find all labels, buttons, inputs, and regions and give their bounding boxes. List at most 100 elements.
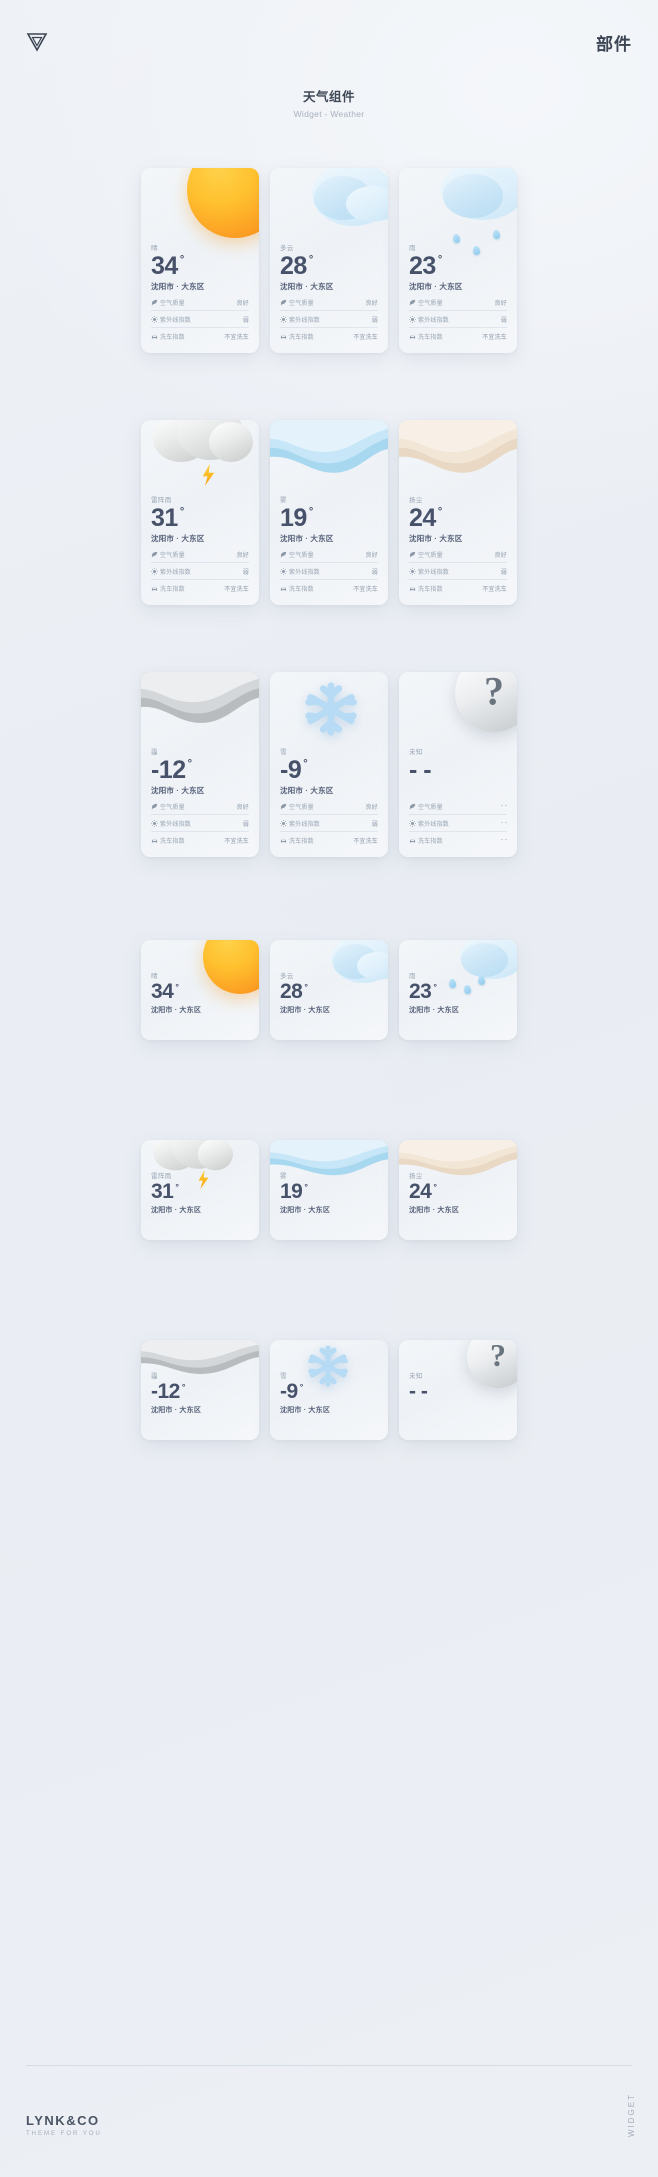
location-label: 沈阳市 · 大东区 [151, 534, 205, 544]
snowflake-icon [300, 678, 362, 740]
detail-value: 弱 [242, 317, 249, 324]
degree-symbol: ° [175, 982, 179, 992]
detail-row: 洗车指数 不宜洗车 [280, 327, 378, 344]
weather-card-cloudy[interactable]: 多云 28 ° 沈阳市 · 大东区 [270, 940, 388, 1040]
detail-value: 不宜洗车 [482, 334, 507, 341]
temperature-number: -12 [151, 756, 186, 784]
detail-row: 洗车指数 不宜洗车 [151, 831, 249, 848]
temperature-value: 19 ° [280, 1180, 378, 1203]
car-icon [280, 333, 289, 340]
weather-card-thunder[interactable]: 雷阵雨 31 ° 沈阳市 · 大东区 [141, 1140, 259, 1240]
weather-card-sunny[interactable]: 晴 34 ° 沈阳市 · 大东区 [141, 940, 259, 1040]
degree-symbol: ° [308, 506, 313, 518]
location-label: 沈阳市 · 大东区 [151, 282, 205, 292]
temperature-number: - - [409, 1380, 428, 1403]
detail-value: - - [500, 837, 507, 843]
weather-card-sand[interactable]: 扬尘 24 ° 沈阳市 · 大东区 空气质量 良好 紫外线指数 弱洗车指数 不宜洗车 [399, 420, 517, 605]
weather-condition-label: 雷阵雨 [151, 1173, 172, 1180]
temperature-value: 28 ° [280, 980, 378, 1003]
detail-label: 紫外线指数 [160, 569, 192, 576]
weather-condition-label: 霾 [151, 749, 158, 756]
card-detail-list: 空气质量 良好 紫外线指数 弱洗车指数 不宜洗车 [280, 798, 378, 848]
widget-showcase-page: 部件 天气组件 Widget - Weather 晴 34 ° 沈阳市 · 大东区 空气… [0, 0, 658, 2177]
weather-card-haze[interactable]: 霾 -12 ° 沈阳市 · 大东区 空气质量 良好 紫外线指数 弱洗车指数 不宜洗车 [141, 672, 259, 857]
thunderstorm-cloud-illustration [153, 420, 257, 476]
detail-row: 空气质量 良好 [151, 546, 249, 562]
location-label: 沈阳市 · 大东区 [280, 282, 334, 292]
brand-name: LYNK&CO [26, 2113, 100, 2128]
degree-symbol: ° [433, 982, 437, 992]
detail-label: 紫外线指数 [160, 317, 192, 324]
temperature-number: 19 [280, 504, 307, 532]
detail-row: 紫外线指数 弱 [280, 562, 378, 579]
weather-card-unknown[interactable]: ? 未知 - - [399, 1340, 517, 1440]
weather-card-sand[interactable]: 扬尘 24 ° 沈阳市 · 大东区 [399, 1140, 517, 1240]
temperature-number: - - [409, 756, 432, 784]
weather-card-rain[interactable]: 雨 23 ° 沈阳市 · 大东区 空气质量 良好 紫外线指数 弱洗车指数 不宜洗车 [399, 168, 517, 353]
location-label: 沈阳市 · 大东区 [280, 786, 334, 796]
weather-condition-label: 晴 [151, 973, 158, 980]
detail-value: 不宜洗车 [353, 586, 378, 593]
location-label: 沈阳市 · 大东区 [151, 786, 205, 796]
detail-row: 紫外线指数 弱 [151, 814, 249, 831]
footer-vertical-label: WIDGET [627, 2093, 636, 2137]
degree-symbol: ° [437, 506, 442, 518]
detail-value: 良好 [365, 300, 378, 307]
temperature-value: 24 ° [409, 505, 507, 532]
weather-card-unknown[interactable]: ? 未知 - - 空气质量 - - 紫外线指数 - - 洗车指数 - - [399, 672, 517, 857]
weather-card-snow[interactable]: 雪 -9 ° 沈阳市 · 大东区 [270, 1340, 388, 1440]
car-icon [409, 585, 418, 592]
temperature-value: 31 ° [151, 505, 249, 532]
fog-wave-illustration [270, 420, 388, 486]
detail-value: 不宜洗车 [353, 838, 378, 845]
detail-row: 空气质量 良好 [280, 294, 378, 310]
temperature-value: 23 ° [409, 980, 507, 1003]
weather-condition-label: 雪 [280, 1373, 287, 1380]
degree-symbol: ° [304, 1182, 308, 1192]
sun-illustration [178, 168, 259, 238]
card-info: 晴 34 ° 沈阳市 · 大东区 [151, 242, 249, 292]
sun-ray-icon [280, 819, 289, 827]
weather-card-snow[interactable]: 雪 -9 ° 沈阳市 · 大东区 空气质量 良好 紫外线指数 弱洗车指数 不宜洗车 [270, 672, 388, 857]
weather-card-haze[interactable]: 霾 -12 ° 沈阳市 · 大东区 [141, 1340, 259, 1440]
car-icon [409, 333, 418, 340]
detail-label: 紫外线指数 [160, 821, 192, 828]
weather-card-rain[interactable]: 雨 23 ° 沈阳市 · 大东区 [399, 940, 517, 1040]
detail-row: 紫外线指数 弱 [280, 310, 378, 327]
weather-condition-label: 未知 [409, 749, 423, 756]
weather-card-thunder[interactable]: 雷阵雨 31 ° 沈阳市 · 大东区 空气质量 良好 紫外线指数 弱洗车指数 不宜洗车 [141, 420, 259, 605]
weather-condition-label: 未知 [409, 1373, 423, 1380]
leaf-icon [151, 551, 160, 558]
detail-row: 空气质量 良好 [280, 546, 378, 562]
weather-card-cloudy[interactable]: 多云 28 ° 沈阳市 · 大东区空气质量 良好 紫外线指数 弱洗车指数 不宜洗车 [270, 168, 388, 353]
detail-row: 空气质量 良好 [409, 546, 507, 562]
temperature-value: 19 ° [280, 504, 378, 532]
sun-ray-icon [409, 315, 418, 323]
detail-value: 弱 [500, 569, 507, 576]
weather-card-fog[interactable]: 雾 19 ° 沈阳市 · 大东区空气质量 良好 紫外线指数 弱洗车指数 不宜洗车 [270, 420, 388, 605]
location-label: 沈阳市 · 大东区 [151, 1007, 202, 1015]
temperature-value: 34 ° [151, 980, 249, 1003]
detail-label: 空气质量 [289, 552, 314, 559]
card-info: 雾 19 ° 沈阳市 · 大东区 [280, 494, 378, 544]
car-icon [151, 585, 160, 592]
weather-card-sunny[interactable]: 晴 34 ° 沈阳市 · 大东区 空气质量 良好 紫外线指数 弱洗车指数 不宜洗车 [141, 168, 259, 353]
temperature-value: -12 ° [151, 1380, 249, 1403]
detail-label: 洗车指数 [160, 838, 185, 845]
detail-row: 洗车指数 不宜洗车 [280, 579, 378, 596]
card-info: 多云 28 ° 沈阳市 · 大东区 [280, 970, 378, 1015]
detail-row: 空气质量 良好 [151, 294, 249, 310]
card-info: 雾 19 ° 沈阳市 · 大东区 [280, 1170, 378, 1215]
location-label: 沈阳市 · 大东区 [409, 1007, 460, 1015]
weather-card-fog[interactable]: 雾 19 ° 沈阳市 · 大东区 [270, 1140, 388, 1240]
car-icon [280, 837, 289, 844]
card-info: 多云 28 ° 沈阳市 · 大东区 [280, 242, 378, 292]
leaf-icon [280, 803, 289, 810]
sun-ray-icon [151, 567, 160, 575]
detail-row: 紫外线指数 弱 [151, 310, 249, 327]
detail-value: 良好 [494, 300, 507, 307]
temperature-number: 34 [151, 980, 174, 1003]
card-detail-list: 空气质量 良好 紫外线指数 弱洗车指数 不宜洗车 [409, 294, 507, 344]
detail-row: 洗车指数 - - [409, 831, 507, 848]
detail-value: 弱 [500, 317, 507, 324]
